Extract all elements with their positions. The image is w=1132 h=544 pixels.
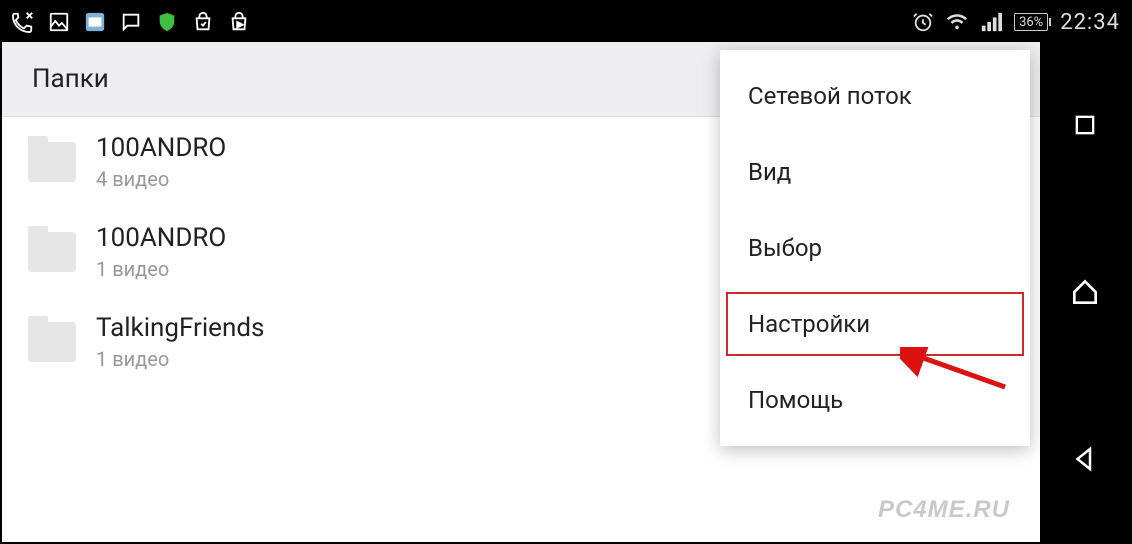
watermark: PC4ME.RU	[878, 496, 1010, 524]
store-icon-1	[192, 11, 214, 33]
menu-item-settings[interactable]: Настройки	[720, 286, 1030, 362]
shield-icon	[156, 11, 178, 33]
alarm-icon	[912, 11, 934, 33]
status-bar: 36% 22:34	[2, 2, 1130, 42]
folder-name: 100ANDRO	[96, 223, 226, 253]
menu-item-select[interactable]: Выбор	[720, 210, 1030, 286]
status-right: 36% 22:34	[912, 10, 1120, 35]
folder-icon	[28, 142, 76, 182]
status-left	[12, 11, 250, 33]
app-icon-1	[84, 11, 106, 33]
folder-sub: 1 видео	[96, 257, 226, 281]
signal-icon	[980, 11, 1002, 33]
menu-item-view[interactable]: Вид	[720, 134, 1030, 210]
page-title: Папки	[32, 64, 109, 94]
clock: 22:34	[1060, 10, 1120, 35]
store-icon-2	[228, 11, 250, 33]
recent-apps-button[interactable]	[1060, 100, 1110, 150]
picture-icon	[48, 11, 70, 33]
missed-call-icon	[12, 11, 34, 33]
folder-icon	[28, 322, 76, 362]
back-button[interactable]	[1060, 434, 1110, 484]
menu-item-help[interactable]: Помощь	[720, 362, 1030, 438]
folder-name: TalkingFriends	[96, 313, 264, 343]
folder-name: 100ANDRO	[96, 133, 226, 163]
chat-icon	[120, 11, 142, 33]
overflow-menu: Сетевой поток Вид Выбор Настройки Помощь	[720, 50, 1030, 446]
folder-sub: 1 видео	[96, 347, 264, 371]
wifi-icon	[946, 11, 968, 33]
system-nav-bar	[1040, 42, 1130, 542]
home-button[interactable]	[1060, 267, 1110, 317]
battery-indicator: 36%	[1014, 13, 1048, 31]
menu-item-network-stream[interactable]: Сетевой поток	[720, 58, 1030, 134]
folder-icon	[28, 232, 76, 272]
device-frame: 36% 22:34 Папки 100ANDRO 4 видео	[0, 0, 1132, 544]
folder-sub: 4 видео	[96, 167, 226, 191]
